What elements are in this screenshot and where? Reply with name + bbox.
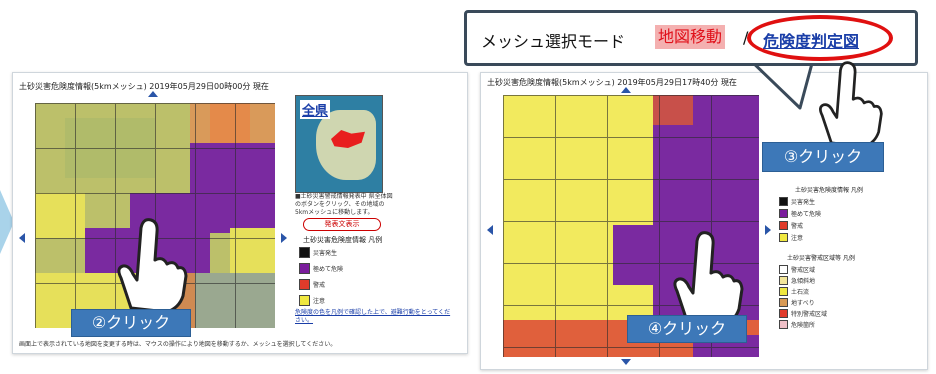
legend-swatch xyxy=(779,221,788,230)
legend-label: 警戒区域 xyxy=(791,267,816,274)
left-screenshot: 土砂災害危険度情報(5kmメッシュ) 2019年05月29日00時00分 現在 … xyxy=(12,72,468,354)
legend-label: 注意 xyxy=(313,298,326,305)
right-legend2-title: 土砂災害警戒区域等 凡例 xyxy=(787,255,855,262)
left-footer-link[interactable]: 危険度の色を凡例で確認した上で、避難行動をとってください。 xyxy=(295,309,455,325)
overview-label[interactable]: 全県 xyxy=(300,100,331,119)
right-page-title: 土砂災害危険度情報(5kmメッシュ) 2019年05月29日17時40分 現在 xyxy=(487,78,737,87)
pan-right-icon[interactable] xyxy=(765,225,771,235)
pan-up-icon[interactable] xyxy=(621,87,631,93)
legend-label: 災害発生 xyxy=(313,250,338,257)
legend-label: 急傾斜地 xyxy=(791,278,816,285)
click-badge-3: ③クリック xyxy=(762,142,884,172)
legend-swatch xyxy=(779,197,788,206)
right-legend2: 警戒区域 急傾斜地 土石流 地すべり 特別警戒区域 危険箇所 xyxy=(777,263,923,343)
legend-label: 警戒 xyxy=(791,223,804,230)
legend-label: 警戒 xyxy=(313,282,326,289)
overview-note: ■土砂災害警戒情報発表中 県全体図のボタンをクリック、その地域の5kmメッシュに… xyxy=(295,193,393,216)
legend-swatch xyxy=(299,247,310,258)
right-legend-title: 土砂災害危険度情報 凡例 xyxy=(795,187,863,194)
legend-swatch xyxy=(779,233,788,242)
legend-label: 注意 xyxy=(791,235,804,242)
text-display-button[interactable]: 発表文表示 xyxy=(303,218,381,231)
pan-down-icon[interactable] xyxy=(621,359,631,365)
legend-swatch xyxy=(299,279,310,290)
hand-pointer-icon xyxy=(819,61,883,148)
legend-swatch xyxy=(779,298,788,307)
legend-swatch xyxy=(779,265,788,274)
click-badge-2: ②クリック xyxy=(71,309,191,337)
pan-left-icon[interactable] xyxy=(487,225,493,235)
overview-map[interactable]: 全県 xyxy=(295,95,383,193)
legend-swatch xyxy=(779,320,788,329)
legend-label: 極めて危険 xyxy=(313,266,344,273)
click-badge-4: ④クリック xyxy=(627,315,747,343)
legend-swatch xyxy=(779,209,788,218)
legend-swatch xyxy=(779,287,788,296)
pan-up-icon[interactable] xyxy=(148,91,158,97)
legend-label: 危険箇所 xyxy=(791,322,816,329)
mode-label: メッシュ選択モード xyxy=(481,32,626,51)
left-page-title: 土砂災害危険度情報(5kmメッシュ) 2019年05月29日00時00分 現在 xyxy=(19,82,269,91)
left-bottom-note: 画面上で表示されている地図を変更する時は、マウスの操作により地図を移動するか、メ… xyxy=(19,341,337,348)
legend-label: 地すべり xyxy=(791,300,815,307)
legend-label: 土石流 xyxy=(791,289,810,296)
legend-label: 特別警戒区域 xyxy=(791,311,828,318)
legend-label: 災害発生 xyxy=(791,199,816,206)
hand-pointer-icon xyxy=(117,218,188,314)
pan-right-icon[interactable] xyxy=(281,233,287,243)
legend-swatch xyxy=(779,276,788,285)
legend-swatch xyxy=(299,263,310,274)
map-move-mode-button[interactable]: 地図移動 xyxy=(655,25,726,49)
right-legend: 災害発生 極めて危険 警戒 注意 xyxy=(777,195,923,255)
legend-label: 極めて危険 xyxy=(791,211,822,218)
pan-left-icon[interactable] xyxy=(19,233,25,243)
left-legend-title: 土砂災害危険度情報 凡例 xyxy=(303,236,383,244)
legend-swatch xyxy=(299,295,310,306)
legend-swatch xyxy=(779,309,788,318)
